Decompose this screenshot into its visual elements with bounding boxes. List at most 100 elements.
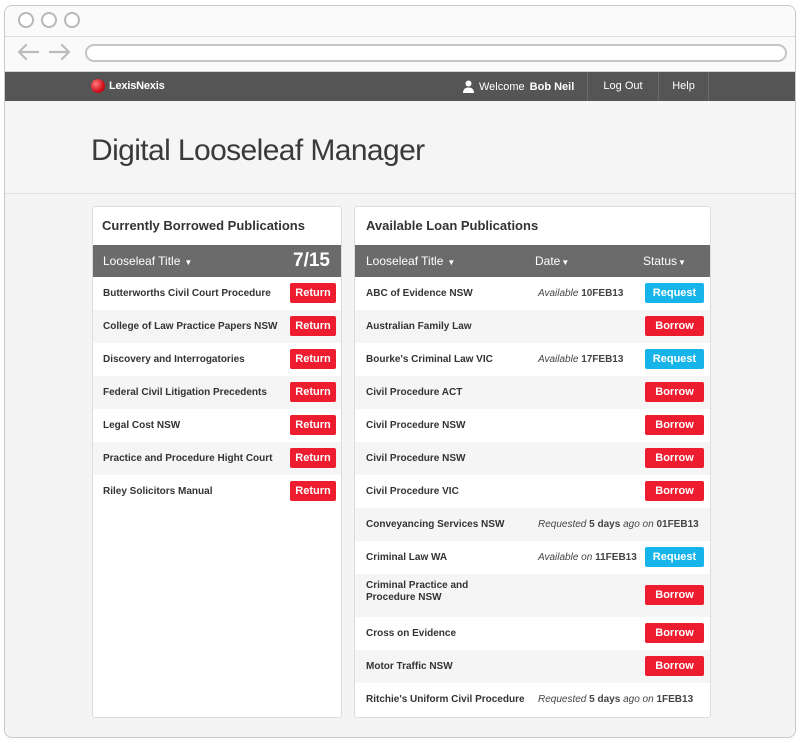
sort-title-column[interactable]: Looseleaf Title ▼ <box>103 254 192 268</box>
status-date: 1FEB13 <box>656 694 694 705</box>
publication-title: Bourke's Criminal Law VIC <box>366 354 493 365</box>
publication-title: Conveyancing Services NSW <box>366 519 505 530</box>
borrow-button[interactable]: Borrow <box>645 382 704 402</box>
table-row: Australian Family Law Borrow <box>355 310 710 343</box>
publication-title-line2: Procedure NSW <box>366 592 442 603</box>
publication-title: Cross on Evidence <box>366 628 457 639</box>
status-prefix: Available <box>538 354 579 365</box>
status-date: 17FEB13 <box>581 354 624 365</box>
status-days: 5 days <box>589 694 621 705</box>
back-arrow-icon[interactable] <box>15 42 41 62</box>
user-name: Bob Neil <box>529 80 575 93</box>
status-date: 01FEB13 <box>656 519 699 530</box>
sort-down-icon: ▼ <box>561 258 570 267</box>
browser-chrome <box>5 6 795 72</box>
request-button[interactable]: Request <box>645 547 704 567</box>
table-row: Civil Procedure NSW Borrow <box>355 409 710 442</box>
publication-title: Butterworths Civil Court Procedure <box>103 288 271 299</box>
sort-status-column[interactable]: Status▼ <box>643 254 686 268</box>
table-row: College of Law Practice Papers NSW Return <box>93 310 341 343</box>
publication-title: ABC of Evidence NSW <box>366 288 473 299</box>
publication-title: Practice and Procedure Hight Court <box>103 453 273 464</box>
forward-arrow-icon[interactable] <box>47 42 73 62</box>
status-prefix: Available on <box>538 552 593 563</box>
status-days: 5 days <box>589 519 621 530</box>
table-row: Butterworths Civil Court Procedure Return <box>93 277 341 310</box>
table-row: Cross on Evidence Borrow <box>355 617 710 650</box>
borrow-button[interactable]: Borrow <box>645 415 704 435</box>
return-button[interactable]: Return <box>290 283 336 303</box>
borrowed-table-header: Looseleaf Title ▼ 7/15 <box>93 245 341 277</box>
available-publications-panel: Available Loan Publications Looseleaf Ti… <box>354 206 711 718</box>
request-button[interactable]: Request <box>645 283 704 303</box>
publication-title: Ritchie's Uniform Civil Procedure <box>366 694 525 705</box>
borrow-button[interactable]: Borrow <box>645 656 704 676</box>
borrow-count: 7/15 <box>293 250 330 271</box>
status-date: 10FEB13 <box>581 288 624 299</box>
availability-status: Available 17FEB13 <box>538 354 623 365</box>
publication-title: Civil Procedure ACT <box>366 387 463 398</box>
publication-title: Civil Procedure VIC <box>366 486 459 497</box>
borrow-button[interactable]: Borrow <box>645 481 704 501</box>
sort-down-icon: ▼ <box>678 258 686 267</box>
lexisnexis-logo[interactable]: LexisNexis <box>91 79 165 93</box>
borrow-button[interactable]: Borrow <box>645 448 704 468</box>
available-list: ABC of Evidence NSW Available 10FEB13 Requ… <box>355 277 710 716</box>
sort-title-column[interactable]: Looseleaf Title ▼ <box>366 254 455 268</box>
status-prefix: Requested <box>538 694 587 705</box>
publication-title: Federal Civil Litigation Precedents <box>103 387 267 398</box>
browser-window: LexisNexis Welcome Bob Neil Log Out Help… <box>4 5 796 738</box>
logout-link[interactable]: Log Out <box>587 72 658 101</box>
return-button[interactable]: Return <box>290 316 336 336</box>
status-mid: ago on <box>623 694 654 705</box>
sort-down-icon: ▼ <box>184 258 193 267</box>
help-link[interactable]: Help <box>658 72 709 101</box>
close-window-button[interactable] <box>18 12 34 28</box>
table-row: Federal Civil Litigation Precedents Retur… <box>93 376 341 409</box>
publication-title: Legal Cost NSW <box>103 420 181 431</box>
borrowed-panel-title: Currently Borrowed Publications <box>102 218 305 233</box>
table-row: Riley Solicitors Manual Return <box>93 475 341 508</box>
return-button[interactable]: Return <box>290 349 336 369</box>
chrome-divider <box>5 36 795 37</box>
borrow-button[interactable]: Borrow <box>645 585 704 605</box>
table-row: Civil Procedure ACT Borrow <box>355 376 710 409</box>
status-prefix: Available <box>538 288 579 299</box>
publication-title: Criminal Practice and Procedure NSW <box>366 580 468 604</box>
column-title-label: Looseleaf Title <box>103 254 181 268</box>
sort-date-column[interactable]: Date▼ <box>535 254 569 268</box>
return-button[interactable]: Return <box>290 382 336 402</box>
borrow-button[interactable]: Borrow <box>645 623 704 643</box>
welcome-prefix: Welcome <box>479 80 525 93</box>
request-button[interactable]: Request <box>645 349 704 369</box>
borrow-button[interactable]: Borrow <box>645 316 704 336</box>
available-panel-title: Available Loan Publications <box>366 218 539 233</box>
availability-status: Requested 5 days ago on 1FEB13 <box>538 694 693 705</box>
status-date: 11FEB13 <box>595 552 637 563</box>
borrowed-list: Butterworths Civil Court Procedure Return… <box>93 277 341 508</box>
available-table-header: Looseleaf Title ▼ Date▼ Status▼ <box>355 245 710 277</box>
sort-down-icon: ▼ <box>447 258 456 267</box>
table-row: Motor Traffic NSW Borrow <box>355 650 710 683</box>
minimize-window-button[interactable] <box>41 12 57 28</box>
return-button[interactable]: Return <box>290 481 336 501</box>
availability-status: Available on 11FEB13 <box>538 552 637 563</box>
table-row: Discovery and Interrogatories Return <box>93 343 341 376</box>
return-button[interactable]: Return <box>290 448 336 468</box>
publication-title: Motor Traffic NSW <box>366 661 453 672</box>
availability-status: Requested 5 days ago on 01FEB13 <box>538 519 699 530</box>
status-mid: ago on <box>623 519 654 530</box>
maximize-window-button[interactable] <box>64 12 80 28</box>
app-header: LexisNexis Welcome Bob Neil Log Out Help <box>5 72 795 101</box>
availability-status: Available 10FEB13 <box>538 288 623 299</box>
publication-title: Discovery and Interrogatories <box>103 354 245 365</box>
return-button[interactable]: Return <box>290 415 336 435</box>
table-row: ABC of Evidence NSW Available 10FEB13 Requ… <box>355 277 710 310</box>
borrowed-publications-panel: Currently Borrowed Publications Looselea… <box>92 206 342 718</box>
page-title-band: Digital Looseleaf Manager <box>5 101 795 194</box>
publication-title: Riley Solicitors Manual <box>103 486 213 497</box>
address-bar[interactable] <box>85 44 787 62</box>
nav-arrows <box>15 42 73 62</box>
table-row: Civil Procedure VIC Borrow <box>355 475 710 508</box>
table-row: Criminal Law WA Available on 11FEB13 Reque… <box>355 541 710 574</box>
